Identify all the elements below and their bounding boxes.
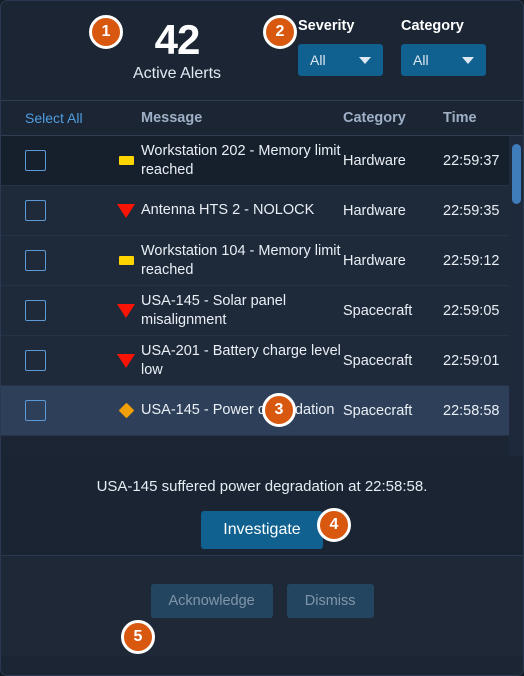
alerts-footer-actions: Acknowledge Dismiss <box>1 556 523 656</box>
table-row[interactable]: Workstation 104 - Memory limit reached Ha… <box>1 236 523 286</box>
row-severity-cell <box>111 256 141 265</box>
row-message-text: Workstation 202 - Memory limit reached <box>141 142 341 178</box>
row-severity-cell <box>111 156 141 165</box>
row-checkbox[interactable] <box>25 200 46 221</box>
alert-detail-panel: USA-145 suffered power degradation at 22… <box>1 456 523 556</box>
row-checkbox-cell <box>1 150 111 171</box>
category-filter-select[interactable]: All <box>401 44 486 76</box>
row-checkbox[interactable] <box>25 350 46 371</box>
alerts-scrollbar-thumb[interactable] <box>512 144 521 204</box>
step-badge-2: 2 <box>263 15 297 49</box>
row-message-text: Antenna HTS 2 - NOLOCK <box>141 202 315 218</box>
alerts-rows: Workstation 202 - Memory limit reached Ha… <box>1 136 523 436</box>
row-category-text: Hardware <box>343 202 406 219</box>
step-badge-3: 3 <box>262 393 296 427</box>
row-checkbox-cell <box>1 300 111 321</box>
alerts-header: 42 Active Alerts Severity All Category A… <box>1 1 523 100</box>
step-badge-4: 4 <box>317 508 351 542</box>
row-severity-cell <box>111 303 141 318</box>
row-severity-cell <box>111 402 141 419</box>
table-row[interactable]: Workstation 202 - Memory limit reached Ha… <box>1 136 523 186</box>
row-message-cell: Antenna HTS 2 - NOLOCK <box>141 201 343 220</box>
severity-warning-icon <box>118 156 134 165</box>
severity-filter-group: Severity All <box>298 17 383 76</box>
severity-critical-icon <box>117 203 135 218</box>
row-message-cell: USA-201 - Battery charge level low <box>141 342 343 380</box>
severity-filter-value: All <box>310 52 326 68</box>
alert-detail-actions: Investigate <box>1 511 523 549</box>
severity-critical-icon <box>117 353 135 368</box>
category-filter-value: All <box>413 52 429 68</box>
alerts-table-header: Select All Message Category Time <box>1 100 523 136</box>
severity-filter-select[interactable]: All <box>298 44 383 76</box>
row-message-cell: USA-145 - Solar panel misalignment <box>141 292 343 330</box>
row-checkbox-cell <box>1 350 111 371</box>
row-category-text: Hardware <box>343 152 406 169</box>
row-message-text: Workstation 104 - Memory limit reached <box>141 242 341 278</box>
category-column-header[interactable]: Category <box>343 110 443 126</box>
severity-filter-label: Severity <box>298 18 355 34</box>
time-column-header[interactable]: Time <box>443 110 523 126</box>
investigate-button[interactable]: Investigate <box>201 511 323 549</box>
category-filter-label: Category <box>401 18 464 34</box>
row-checkbox[interactable] <box>25 250 46 271</box>
row-checkbox-cell <box>1 400 111 421</box>
row-category-text: Spacecraft <box>343 402 413 419</box>
row-message-cell: Workstation 104 - Memory limit reached <box>141 242 343 280</box>
row-message-text: USA-145 - Power degradation <box>141 402 335 418</box>
row-message-cell: Workstation 202 - Memory limit reached <box>141 142 343 180</box>
select-all-link[interactable]: Select All <box>25 110 83 126</box>
row-category-text: Hardware <box>343 252 406 269</box>
table-row[interactable]: USA-145 - Solar panel misalignment Spacec… <box>1 286 523 336</box>
chevron-down-icon <box>462 56 474 64</box>
row-message-cell: USA-145 - Power degradation <box>141 401 343 420</box>
filter-controls: Severity All Category All <box>298 17 486 76</box>
step-badge-5: 5 <box>121 620 155 654</box>
chevron-down-icon <box>359 56 371 64</box>
message-column-header[interactable]: Message <box>141 110 343 126</box>
table-row[interactable]: Antenna HTS 2 - NOLOCK Hardware 22:59:35 <box>1 186 523 236</box>
alerts-scrollbar-track[interactable] <box>509 136 523 456</box>
row-message-text: USA-201 - Battery charge level low <box>141 342 341 378</box>
table-row[interactable]: USA-201 - Battery charge level low Spacec… <box>1 336 523 386</box>
alerts-panel: 4 2 Active Alerts Severity All Category A… <box>0 0 524 676</box>
row-severity-cell <box>111 203 141 218</box>
row-checkbox[interactable] <box>25 300 46 321</box>
row-category-text: Spacecraft <box>343 302 413 319</box>
acknowledge-button[interactable]: Acknowledge <box>150 584 273 618</box>
row-checkbox[interactable] <box>25 400 46 421</box>
category-filter-group: Category All <box>401 17 486 76</box>
severity-critical-icon <box>117 303 135 318</box>
row-severity-cell <box>111 353 141 368</box>
select-all-cell: Select All <box>1 110 111 126</box>
row-checkbox[interactable] <box>25 150 46 171</box>
alert-detail-text: USA-145 suffered power degradation at 22… <box>96 478 428 495</box>
row-checkbox-cell <box>1 200 111 221</box>
row-category-text: Spacecraft <box>343 352 413 369</box>
step-badge-1: 1 <box>89 15 123 49</box>
row-checkbox-cell <box>1 250 111 271</box>
active-alerts-label: Active Alerts <box>132 65 222 82</box>
severity-caution-icon <box>118 402 134 419</box>
row-message-text: USA-145 - Solar panel misalignment <box>141 292 287 328</box>
dismiss-button[interactable]: Dismiss <box>286 584 374 618</box>
severity-warning-icon <box>118 256 134 265</box>
